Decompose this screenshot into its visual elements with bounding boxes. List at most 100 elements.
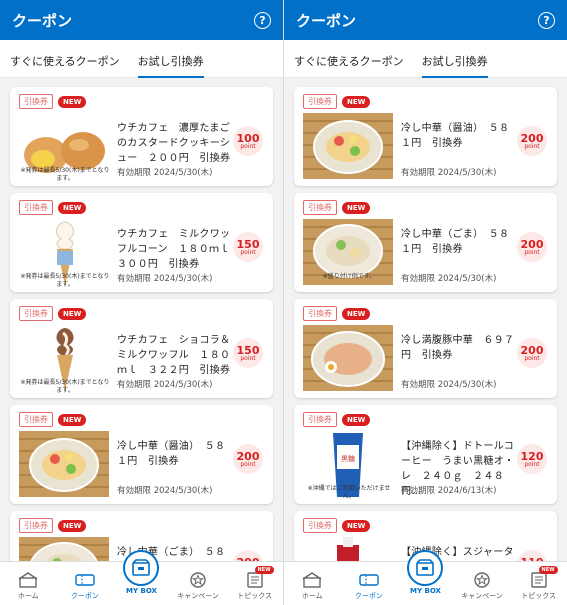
new-badge: NEW [58, 95, 87, 108]
nav-label: ホーム [301, 592, 323, 600]
coupon-card[interactable]: 引換券 NEW ※盛り付け例です。 冷し中華（ごま） ５８１円 引換券有効期限 202… [294, 193, 557, 292]
tab-bar: すぐに使えるクーポン お試し引換券 [0, 40, 283, 78]
svg-text:黒糖: 黒糖 [341, 454, 355, 463]
expiry-date: 有効期限 2024/5/30(木) [401, 168, 497, 178]
nav-coupon[interactable]: クーポン [60, 572, 110, 601]
page-title: クーポン [12, 11, 73, 30]
product-image [303, 113, 393, 179]
points-unit: point [240, 354, 256, 362]
new-badge: NEW [58, 307, 87, 320]
new-badge: NEW [342, 307, 371, 320]
expiry-date: 有効期限 2024/5/30(木) [401, 274, 497, 284]
nav-label: キャンペーン [177, 592, 219, 600]
issue-note: ※発券は最長5/30(木)までとなります。 [20, 273, 110, 288]
nav-home[interactable]: ホーム [287, 572, 337, 601]
points-unit: point [240, 248, 256, 256]
expiry-date: 有効期限 2024/5/30(木) [117, 274, 213, 284]
nav-label: トピックス [237, 592, 273, 600]
coupon-description: 冷し中華（ごま） ５８１円 引換券 [401, 229, 510, 255]
voucher-type-badge: 引換券 [303, 306, 337, 321]
coupon-card[interactable]: 引換券 NEW ※発券は最長5/30(木)までとなります。 ウチカフェ 濃厚たまごのカ… [10, 87, 273, 186]
card-badges: 引換券 NEW [19, 200, 87, 215]
nav-mybox[interactable]: MY BOX [400, 550, 450, 595]
points-value: 120 [520, 449, 544, 463]
tab-ready-coupons[interactable]: すぐに使えるクーポン [10, 53, 120, 77]
coupon-list[interactable]: 引換券 NEW ※発券は最長5/30(木)までとなります。 ウチカフェ 濃厚たまごのカ… [0, 79, 283, 605]
coupon-card[interactable]: 引換券 NEW ※発券は最長5/30(木)までとなります。 ウチカフェ ショコラ＆ミル… [10, 299, 273, 398]
coupon-icon [359, 572, 379, 588]
card-badges: 引換券 NEW [303, 518, 371, 533]
coupon-card[interactable]: 引換券 NEW 黒糖 ※沖縄ではご利用いただけません。 【沖縄除く】ドトールコーヒー う… [294, 405, 557, 504]
card-badges: 引換券 NEW [303, 412, 371, 427]
coupon-description: ウチカフェ 濃厚たまごのカスタードクッキーシュー ２００円 引換券 [117, 123, 231, 164]
coupon-panel-right: クーポン ? すぐに使えるクーポン お試し引換券 引換券 NEW 冷し中華（醤油） … [284, 0, 567, 605]
points-unit: point [240, 142, 256, 150]
home-icon [18, 572, 38, 588]
voucher-type-badge: 引換券 [19, 200, 53, 215]
points-value: 200 [520, 343, 544, 357]
help-icon[interactable]: ? [538, 11, 555, 29]
page-title: クーポン [296, 11, 357, 30]
expiry-date: 有効期限 2024/5/30(木) [117, 168, 213, 178]
nav-topics[interactable]: NEW トピックス [514, 566, 564, 601]
issue-note: ※盛り付け例です。 [322, 273, 376, 280]
points-unit: point [524, 354, 540, 362]
voucher-type-badge: 引換券 [19, 518, 53, 533]
tab-ready-coupons[interactable]: すぐに使えるクーポン [294, 53, 404, 77]
nav-new-badge: NEW [538, 566, 558, 574]
tab-trial-vouchers[interactable]: お試し引換券 [137, 53, 204, 78]
issue-note: ※発券は最長5/30(木)までとなります。 [20, 167, 110, 182]
home-icon [302, 572, 322, 588]
points-unit: point [240, 460, 256, 468]
new-badge: NEW [342, 519, 371, 532]
voucher-type-badge: 引換券 [19, 306, 53, 321]
expiry-date: 有効期限 2024/5/30(木) [401, 380, 497, 390]
product-image [303, 325, 393, 391]
app-header: クーポン ? [284, 0, 567, 40]
voucher-type-badge: 引換券 [303, 412, 337, 427]
voucher-type-badge: 引換券 [19, 94, 53, 109]
points-badge: 100 point [233, 126, 263, 156]
nav-coupon[interactable]: クーポン [344, 572, 394, 601]
points-unit: point [524, 460, 540, 468]
nav-topics[interactable]: NEW トピックス [230, 566, 280, 601]
points-value: 200 [236, 449, 260, 463]
voucher-type-badge: 引換券 [19, 412, 53, 427]
expiry-date: 有効期限 2024/5/30(木) [117, 380, 213, 390]
campaign-icon [472, 572, 492, 588]
nav-label: ホーム [17, 592, 39, 600]
product-image [19, 431, 109, 497]
voucher-type-badge: 引換券 [303, 94, 337, 109]
help-icon[interactable]: ? [254, 11, 271, 29]
nav-home[interactable]: ホーム [3, 572, 53, 601]
points-badge: 200point [517, 126, 547, 156]
expiry-date: 有効期限 2024/6/13(木) [401, 486, 497, 496]
nav-label: キャンペーン [461, 592, 503, 600]
nav-campaign[interactable]: キャンペーン [173, 572, 223, 601]
expiry-date: 有効期限 2024/5/30(木) [117, 486, 213, 496]
topics-icon [529, 572, 549, 588]
nav-mybox[interactable]: MY BOX [116, 550, 166, 595]
coupon-card[interactable]: 引換券 NEW 冷し中華（醤油） ５８１円 引換券 有効期限 2024/5/30(木)… [10, 405, 273, 504]
coupon-description: 冷し中華（醤油） ５８１円 引換券 [401, 123, 510, 149]
coupon-description: ウチカフェ ショコラ＆ミルクワッフル １８０ｍｌ ３２２円 引換券 [117, 335, 231, 376]
tab-trial-vouchers[interactable]: お試し引換券 [421, 53, 488, 78]
campaign-icon [188, 572, 208, 588]
nav-campaign[interactable]: キャンペーン [457, 572, 507, 601]
coupon-list[interactable]: 引換券 NEW 冷し中華（醤油） ５８１円 引換券有効期限 2024/5/30(木)… [284, 79, 567, 605]
points-badge: 200point [517, 338, 547, 368]
nav-label: クーポン [354, 592, 383, 600]
bottom-nav: ホーム クーポン MY BOX キャンペーン NEW トピックス [284, 550, 567, 605]
card-badges: 引換券 NEW [303, 200, 371, 215]
mybox-icon [407, 550, 444, 586]
coupon-card[interactable]: 引換券 NEW ※発券は最長5/30(木)までとなります。 ウチカフェ ミルクワッフル… [10, 193, 273, 292]
coupon-card[interactable]: 引換券 NEW 冷し満腹豚中華 ６９７円 引換券 有効期限 2024/5/30(木) 2… [294, 299, 557, 398]
coupon-card[interactable]: 引換券 NEW 冷し中華（醤油） ５８１円 引換券 有効期限 2024/5/30(木)… [294, 87, 557, 186]
points-unit: point [524, 248, 540, 256]
new-badge: NEW [58, 201, 87, 214]
voucher-type-badge: 引換券 [303, 200, 337, 215]
new-badge: NEW [342, 413, 371, 426]
nav-label: MY BOX [126, 587, 157, 595]
app-header: クーポン ? [0, 0, 283, 40]
card-badges: 引換券 NEW [19, 518, 87, 533]
